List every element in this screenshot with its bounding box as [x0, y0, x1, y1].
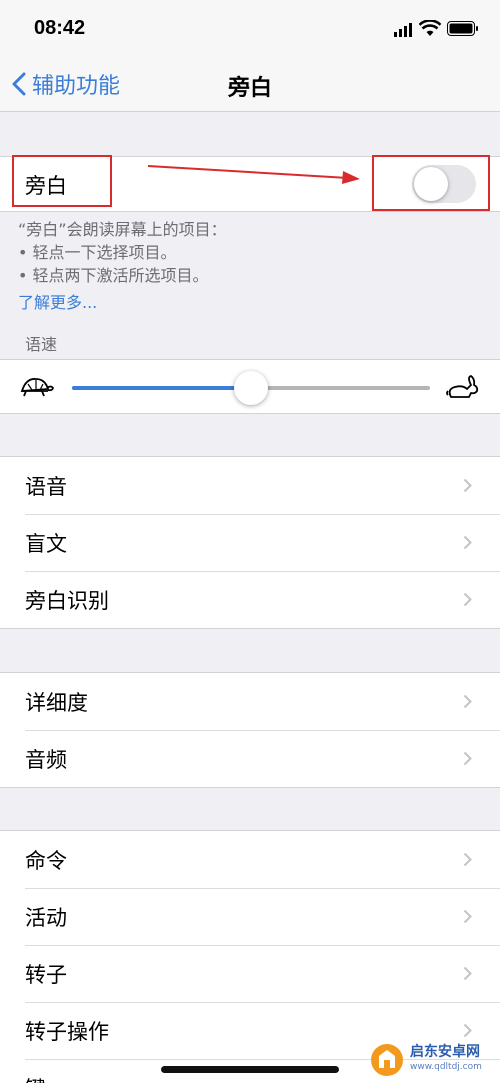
chevron-right-icon — [463, 1023, 472, 1038]
status-bar: 08:42 — [0, 0, 500, 58]
chevron-right-icon — [463, 535, 472, 550]
voiceover-label: 旁白 — [25, 174, 67, 198]
row-label: 旁白识别 — [25, 588, 109, 613]
list-item-audio[interactable]: 音频 — [0, 730, 500, 787]
nav-bar: 辅助功能 旁白 — [0, 58, 500, 112]
list-item-speech[interactable]: 语音 — [0, 457, 500, 514]
description-line: • 轻点一下选择项目。 — [18, 243, 177, 262]
cellular-signal-icon — [394, 23, 412, 37]
home-indicator[interactable] — [161, 1066, 339, 1073]
toggle-knob[interactable] — [414, 167, 448, 201]
chevron-right-icon — [463, 909, 472, 924]
speech-rate-header: 语速 — [25, 335, 58, 354]
chevron-right-icon — [463, 852, 472, 867]
row-label: 详细度 — [25, 690, 88, 715]
row-label: 活动 — [25, 905, 67, 930]
chevron-right-icon — [463, 966, 472, 981]
turtle-icon — [20, 378, 54, 397]
row-label: 转子 — [25, 962, 67, 987]
speech-rate-slider[interactable] — [72, 371, 430, 405]
watermark-text: 启东安卓网 www.qdltdj.com — [410, 1045, 482, 1075]
settings-group-2: 详细度 音频 — [0, 672, 500, 788]
voiceover-toggle[interactable] — [412, 165, 476, 203]
chevron-right-icon — [463, 478, 472, 493]
list-item-verbosity[interactable]: 详细度 — [0, 673, 500, 730]
chevron-right-icon — [463, 751, 472, 766]
list-item-activities[interactable]: 活动 — [0, 888, 500, 945]
slider-thumb[interactable] — [234, 371, 268, 405]
annotation-arrow-icon — [148, 165, 360, 184]
list-item-commands[interactable]: 命令 — [0, 831, 500, 888]
wifi-icon — [419, 20, 441, 36]
settings-group-1: 语音 盲文 旁白识别 — [0, 456, 500, 629]
speech-rate-group — [0, 359, 500, 414]
row-label: 语音 — [25, 474, 67, 499]
watermark: 启东安卓网 www.qdltdj.com — [370, 1040, 495, 1080]
chevron-right-icon — [463, 694, 472, 709]
battery-icon — [447, 21, 478, 36]
learn-more-link[interactable]: 了解更多... — [18, 289, 97, 313]
watermark-name: 启东安卓网 — [410, 1044, 480, 1060]
rabbit-icon — [446, 375, 479, 398]
voiceover-description: “旁白”会朗读屏幕上的项目： • 轻点一下选择项目。 • 轻点两下激活所选项目。 — [18, 218, 227, 287]
row-label: 键… — [25, 1073, 67, 1083]
list-item-braille[interactable]: 盲文 — [0, 514, 500, 571]
description-line: • 轻点两下激活所选项目。 — [18, 266, 209, 285]
page-title: 旁白 — [227, 76, 272, 101]
watermark-url: www.qdltdj.com — [410, 1062, 482, 1072]
row-label: 盲文 — [25, 531, 67, 556]
row-label: 转子操作 — [25, 1019, 109, 1044]
row-label: 命令 — [25, 848, 67, 873]
description-line: “旁白”会朗读屏幕上的项目： — [18, 220, 227, 239]
chevron-right-icon — [463, 592, 472, 607]
list-item-rotor[interactable]: 转子 — [0, 945, 500, 1002]
list-item-voiceover-recognition[interactable]: 旁白识别 — [0, 571, 500, 628]
row-label: 音频 — [25, 747, 67, 772]
slider-fill — [72, 386, 251, 390]
watermark-logo-icon — [371, 1044, 403, 1076]
status-time: 08:42 — [34, 17, 86, 39]
